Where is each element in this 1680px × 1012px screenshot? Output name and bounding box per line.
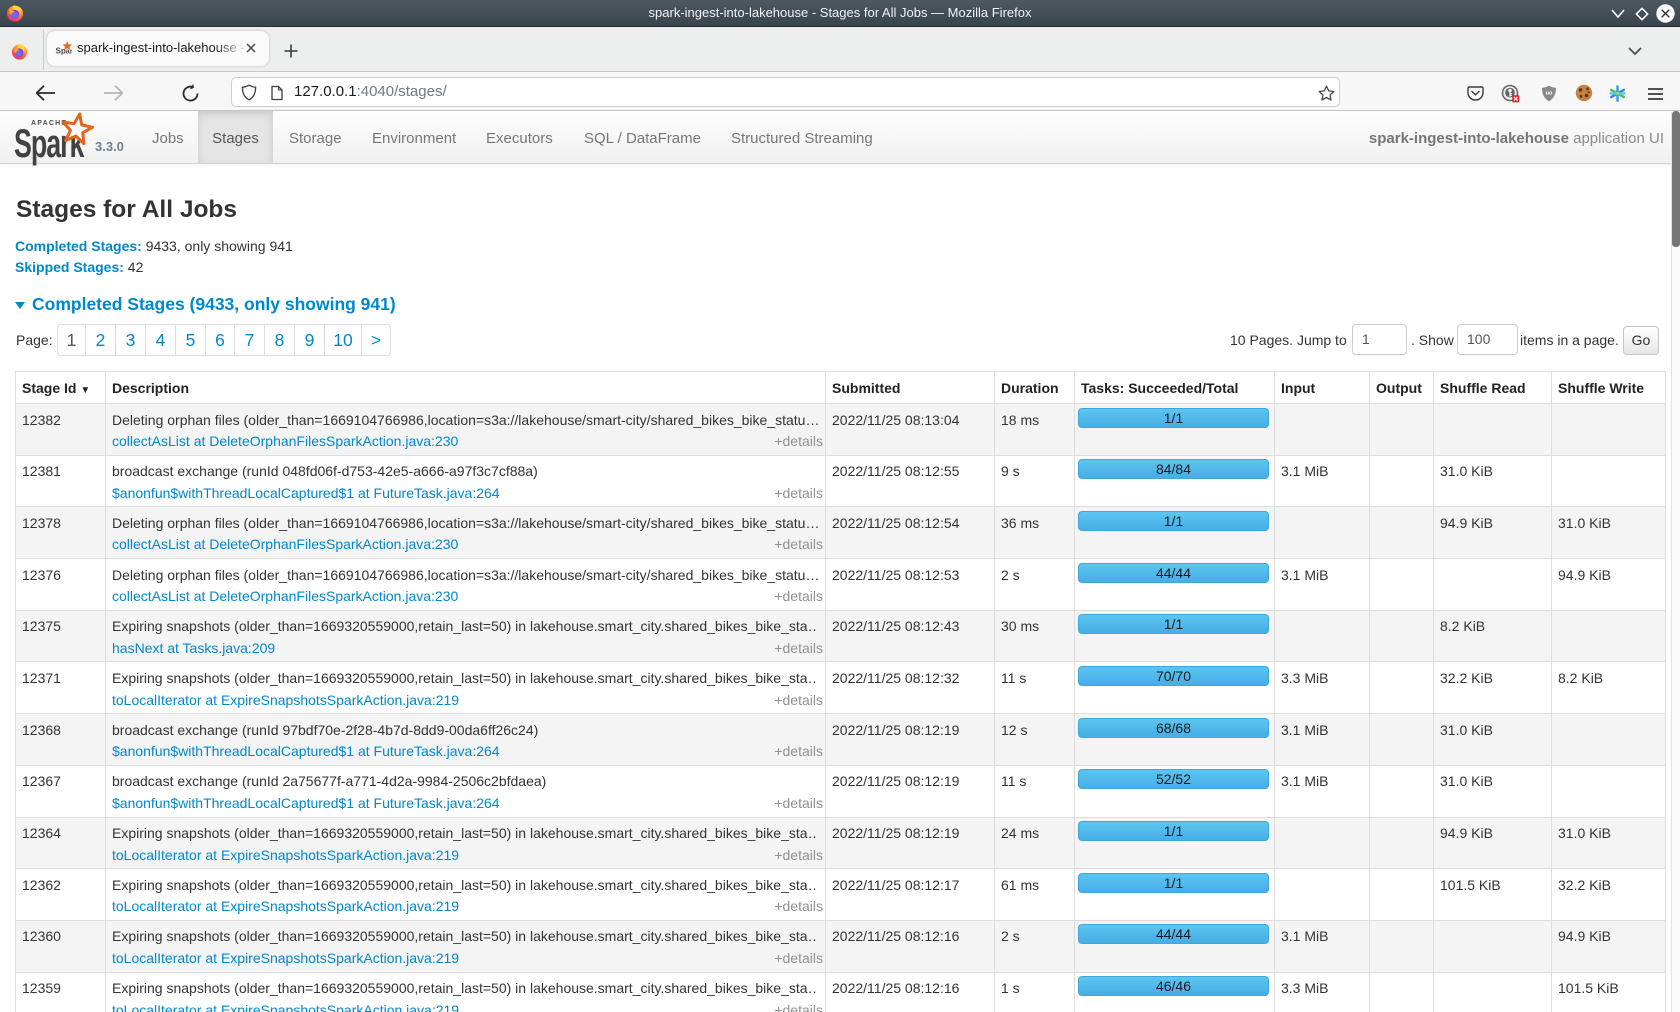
svg-text:uo: uo bbox=[1546, 91, 1553, 97]
svg-text:Spark: Spark bbox=[55, 45, 72, 55]
